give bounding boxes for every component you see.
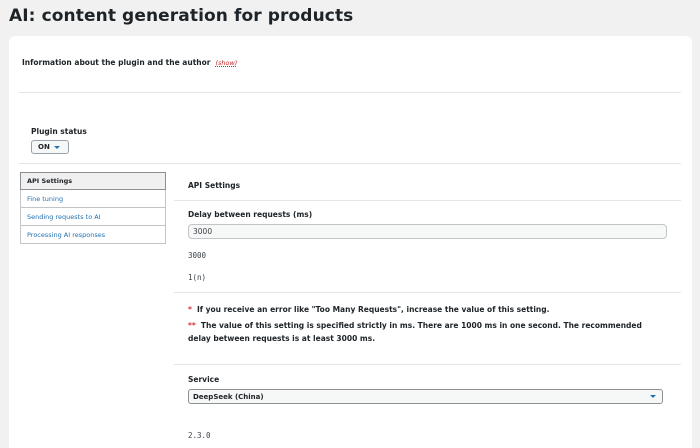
divider: [174, 200, 681, 201]
divider: [174, 364, 681, 365]
service-label: Service: [188, 375, 220, 384]
settings-card: Information about the plugin and the aut…: [9, 36, 692, 448]
delay-type-value: 1(n): [188, 273, 207, 282]
note-too-many-requests: * If you receive an error like "Too Many …: [188, 303, 658, 316]
plugin-status-value: ON: [38, 143, 50, 151]
plugin-status-select[interactable]: ON: [31, 140, 69, 154]
note-text: If you receive an error like "Too Many R…: [196, 305, 550, 314]
delay-input[interactable]: 3000: [188, 224, 667, 239]
version-value: 2.3.0: [188, 431, 211, 440]
note-ms-explanation: ** The value of this setting is specified…: [188, 319, 658, 345]
service-select[interactable]: DeepSeek (China): [188, 389, 663, 404]
delay-label: Delay between requests (ms): [188, 210, 313, 219]
settings-tabs: API Settings Fine tuning Sending request…: [20, 172, 166, 244]
plugin-info-line: Information about the plugin and the aut…: [22, 58, 237, 67]
divider: [19, 92, 681, 93]
section-title: API Settings: [188, 181, 241, 190]
plugin-info-label: Information about the plugin and the aut…: [22, 58, 211, 67]
note-marker: **: [188, 321, 196, 330]
tab-sending-requests[interactable]: Sending requests to AI: [20, 208, 166, 226]
show-info-link[interactable]: (show): [215, 59, 237, 67]
plugin-status-label: Plugin status: [31, 127, 87, 136]
chevron-down-icon: [53, 145, 60, 149]
tab-fine-tuning[interactable]: Fine tuning: [20, 190, 166, 208]
note-text: The value of this setting is specified s…: [188, 321, 642, 343]
note-marker: *: [188, 305, 192, 314]
chevron-down-icon: [650, 395, 656, 398]
delay-echo-value: 3000: [188, 251, 207, 260]
divider: [174, 292, 681, 293]
divider: [19, 163, 681, 164]
page-title: AI: content generation for products: [9, 6, 354, 26]
service-value: DeepSeek (China): [193, 392, 264, 401]
tab-api-settings[interactable]: API Settings: [20, 172, 166, 190]
tab-processing-responses[interactable]: Processing AI responses: [20, 226, 166, 244]
